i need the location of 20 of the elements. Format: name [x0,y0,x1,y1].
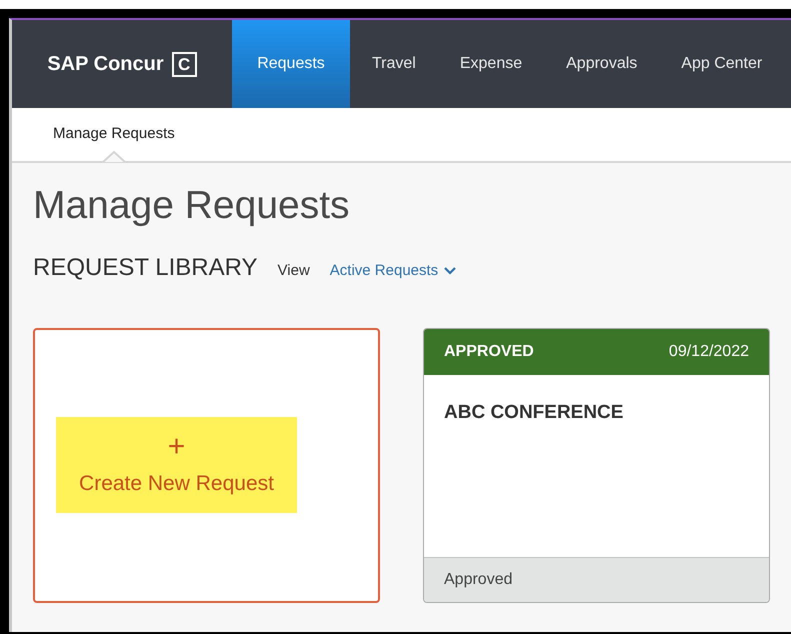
sub-navigation-tab[interactable]: Manage Requests [53,123,175,146]
view-dropdown[interactable]: Active Requests [330,260,456,282]
card-footer-status: Approved [424,556,769,602]
page-title: Manage Requests [33,185,351,228]
view-label: View [278,260,310,281]
request-date: 09/12/2022 [668,342,749,362]
nav-tab[interactable]: Expense [438,20,544,108]
nav-tab[interactable]: Requests [232,20,350,108]
nav-tab[interactable]: Travel [350,20,438,108]
chevron-down-icon [444,267,456,276]
nav-tab[interactable]: Approvals [544,20,660,108]
brand-name: SAP Concur [47,52,164,77]
create-request-button[interactable]: + Create New Request [56,417,297,514]
plus-icon: + [168,432,186,462]
section-heading: REQUEST LIBRARY [33,252,258,283]
logo-icon: C [172,52,197,76]
request-card[interactable]: APPROVED 09/12/2022 ABC CONFERENCE Approved [423,328,770,603]
nav-tab[interactable]: App Center [659,20,784,108]
status-label: APPROVED [444,342,534,362]
request-title: ABC CONFERENCE [444,400,624,425]
